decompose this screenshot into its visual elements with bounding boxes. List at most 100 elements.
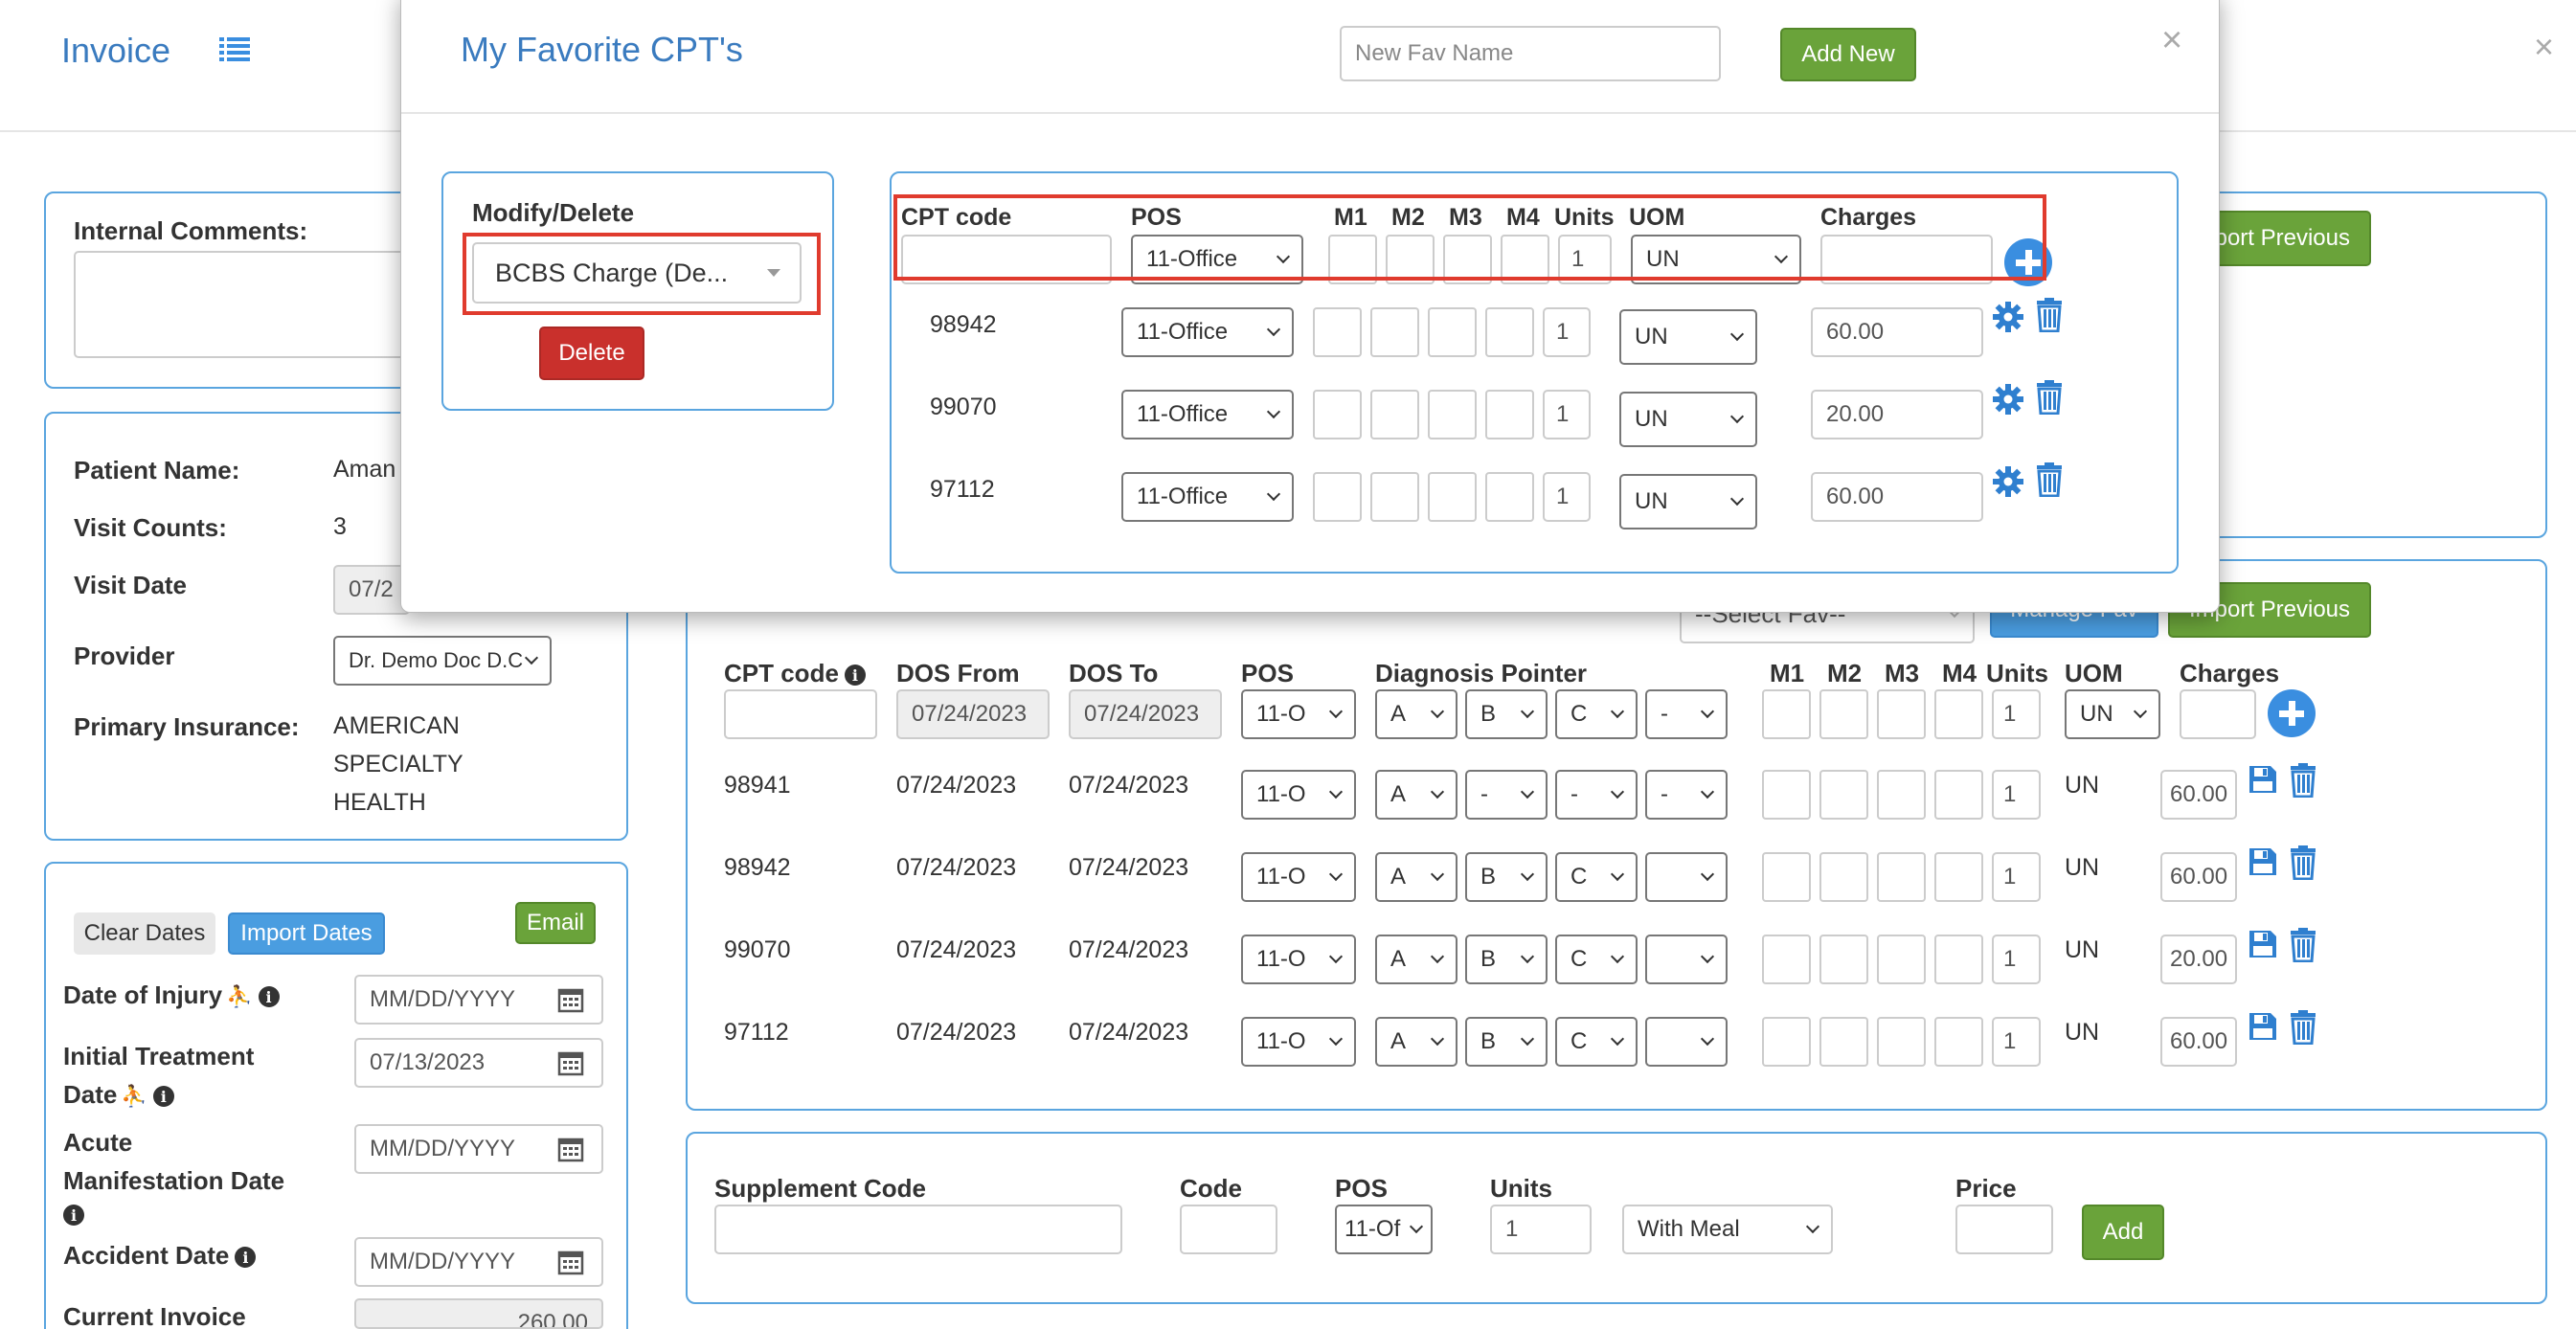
trash-icon[interactable] — [2287, 762, 2319, 799]
row-diag-4[interactable] — [1645, 935, 1728, 984]
row-m1[interactable] — [1762, 852, 1811, 902]
import-dates-button[interactable]: Import Dates — [228, 912, 385, 955]
row-m4[interactable] — [1934, 935, 1983, 984]
row-diag-2[interactable]: B — [1465, 852, 1548, 902]
row-diag-1[interactable]: A — [1375, 935, 1457, 984]
fav-row-units[interactable]: 1 — [1543, 307, 1591, 357]
supplement-code-input[interactable] — [714, 1205, 1122, 1254]
fav-row-m2[interactable] — [1370, 390, 1419, 439]
fav-row-charge[interactable]: 20.00 — [1811, 390, 1983, 439]
fav-row-pos-select[interactable]: 11-Office — [1121, 390, 1294, 439]
calendar-icon[interactable] — [557, 1136, 584, 1162]
new-dos-from[interactable]: 07/24/2023 — [896, 689, 1050, 739]
row-diag-2[interactable]: B — [1465, 1017, 1548, 1067]
new-fav-name-input[interactable]: New Fav Name — [1340, 26, 1721, 81]
row-diag-2[interactable]: B — [1465, 935, 1548, 984]
row-m2[interactable] — [1819, 935, 1868, 984]
row-m4[interactable] — [1934, 770, 1983, 820]
row-diag-3[interactable]: C — [1555, 852, 1638, 902]
clear-dates-button[interactable]: Clear Dates — [74, 912, 215, 955]
list-icon[interactable] — [218, 34, 251, 63]
row-charge[interactable]: 20.00 — [2160, 935, 2237, 984]
provider-select[interactable]: Dr. Demo Doc D.C — [333, 636, 552, 686]
trash-icon[interactable] — [2033, 296, 2066, 334]
delete-fav-button[interactable]: Delete — [539, 327, 644, 380]
row-m2[interactable] — [1819, 770, 1868, 820]
fav-row-m2[interactable] — [1370, 307, 1419, 357]
meal-select[interactable]: With Meal — [1622, 1205, 1833, 1254]
row-diag-1[interactable]: A — [1375, 770, 1457, 820]
row-pos-select[interactable]: 11-O — [1241, 1017, 1356, 1067]
row-m2[interactable] — [1819, 1017, 1868, 1067]
calendar-icon[interactable] — [557, 986, 584, 1013]
new-charge-input[interactable] — [2180, 689, 2256, 739]
price-input[interactable] — [1955, 1205, 2053, 1254]
gear-icon[interactable] — [1991, 300, 2025, 334]
row-diag-2[interactable]: - — [1465, 770, 1548, 820]
supplement-add-button[interactable]: Add — [2082, 1205, 2164, 1260]
new-diag-3[interactable]: C — [1555, 689, 1638, 739]
new-uom-select[interactable]: UN — [2065, 689, 2160, 739]
row-diag-4[interactable] — [1645, 852, 1728, 902]
fav-row-pos-select[interactable]: 11-Office — [1121, 472, 1294, 522]
new-diag-2[interactable]: B — [1465, 689, 1548, 739]
fav-row-m1[interactable] — [1313, 390, 1362, 439]
fav-row-m4[interactable] — [1485, 472, 1534, 522]
row-charge[interactable]: 60.00 — [2160, 770, 2237, 820]
add-new-fav-button[interactable]: Add New — [1780, 28, 1916, 81]
row-diag-1[interactable]: A — [1375, 1017, 1457, 1067]
trash-icon[interactable] — [2287, 927, 2319, 963]
new-diag-4[interactable]: - — [1645, 689, 1728, 739]
new-cpt-input[interactable] — [724, 689, 877, 739]
fav-row-m4[interactable] — [1485, 307, 1534, 357]
save-icon[interactable] — [2247, 762, 2279, 797]
row-m4[interactable] — [1934, 1017, 1983, 1067]
fav-row-m1[interactable] — [1313, 472, 1362, 522]
row-diag-3[interactable]: C — [1555, 1017, 1638, 1067]
row-units[interactable]: 1 — [1992, 935, 2041, 984]
trash-icon[interactable] — [2287, 1009, 2319, 1046]
fav-row-uom-select[interactable]: UN — [1619, 309, 1757, 365]
new-m3[interactable] — [1877, 689, 1926, 739]
row-pos-select[interactable]: 11-O — [1241, 935, 1356, 984]
row-charge[interactable]: 60.00 — [2160, 852, 2237, 902]
row-units[interactable]: 1 — [1992, 852, 2041, 902]
modal-close-icon[interactable]: × — [2161, 20, 2182, 61]
row-diag-3[interactable]: C — [1555, 935, 1638, 984]
save-icon[interactable] — [2247, 1009, 2279, 1044]
row-m3[interactable] — [1877, 852, 1926, 902]
fav-row-uom-select[interactable]: UN — [1619, 474, 1757, 529]
row-diag-3[interactable]: - — [1555, 770, 1638, 820]
save-icon[interactable] — [2247, 845, 2279, 879]
fav-row-m4[interactable] — [1485, 390, 1534, 439]
fav-row-m3[interactable] — [1428, 390, 1477, 439]
internal-comments-textarea[interactable] — [74, 251, 438, 358]
new-dos-to[interactable]: 07/24/2023 — [1069, 689, 1222, 739]
row-charge[interactable]: 60.00 — [2160, 1017, 2237, 1067]
fav-row-pos-select[interactable]: 11-Office — [1121, 307, 1294, 357]
supplement-pos-select[interactable]: 11-Of — [1335, 1205, 1433, 1254]
row-diag-4[interactable] — [1645, 1017, 1728, 1067]
calendar-icon[interactable] — [557, 1249, 584, 1275]
new-m4[interactable] — [1934, 689, 1983, 739]
save-icon[interactable] — [2247, 927, 2279, 961]
row-m4[interactable] — [1934, 852, 1983, 902]
fav-row-m1[interactable] — [1313, 307, 1362, 357]
add-charge-icon[interactable] — [2268, 689, 2316, 737]
row-diag-1[interactable]: A — [1375, 852, 1457, 902]
row-m3[interactable] — [1877, 1017, 1926, 1067]
visit-date-field[interactable]: 07/2 — [333, 565, 410, 615]
supplement-units-input[interactable]: 1 — [1490, 1205, 1592, 1254]
row-pos-select[interactable]: 11-O — [1241, 770, 1356, 820]
row-units[interactable]: 1 — [1992, 1017, 2041, 1067]
fav-row-m2[interactable] — [1370, 472, 1419, 522]
new-diag-1[interactable]: A — [1375, 689, 1457, 739]
fav-row-units[interactable]: 1 — [1543, 390, 1591, 439]
row-units[interactable]: 1 — [1992, 770, 2041, 820]
row-m2[interactable] — [1819, 852, 1868, 902]
fav-row-m3[interactable] — [1428, 472, 1477, 522]
trash-icon[interactable] — [2033, 378, 2066, 417]
row-pos-select[interactable]: 11-O — [1241, 852, 1356, 902]
fav-row-uom-select[interactable]: UN — [1619, 392, 1757, 447]
new-m1[interactable] — [1762, 689, 1811, 739]
